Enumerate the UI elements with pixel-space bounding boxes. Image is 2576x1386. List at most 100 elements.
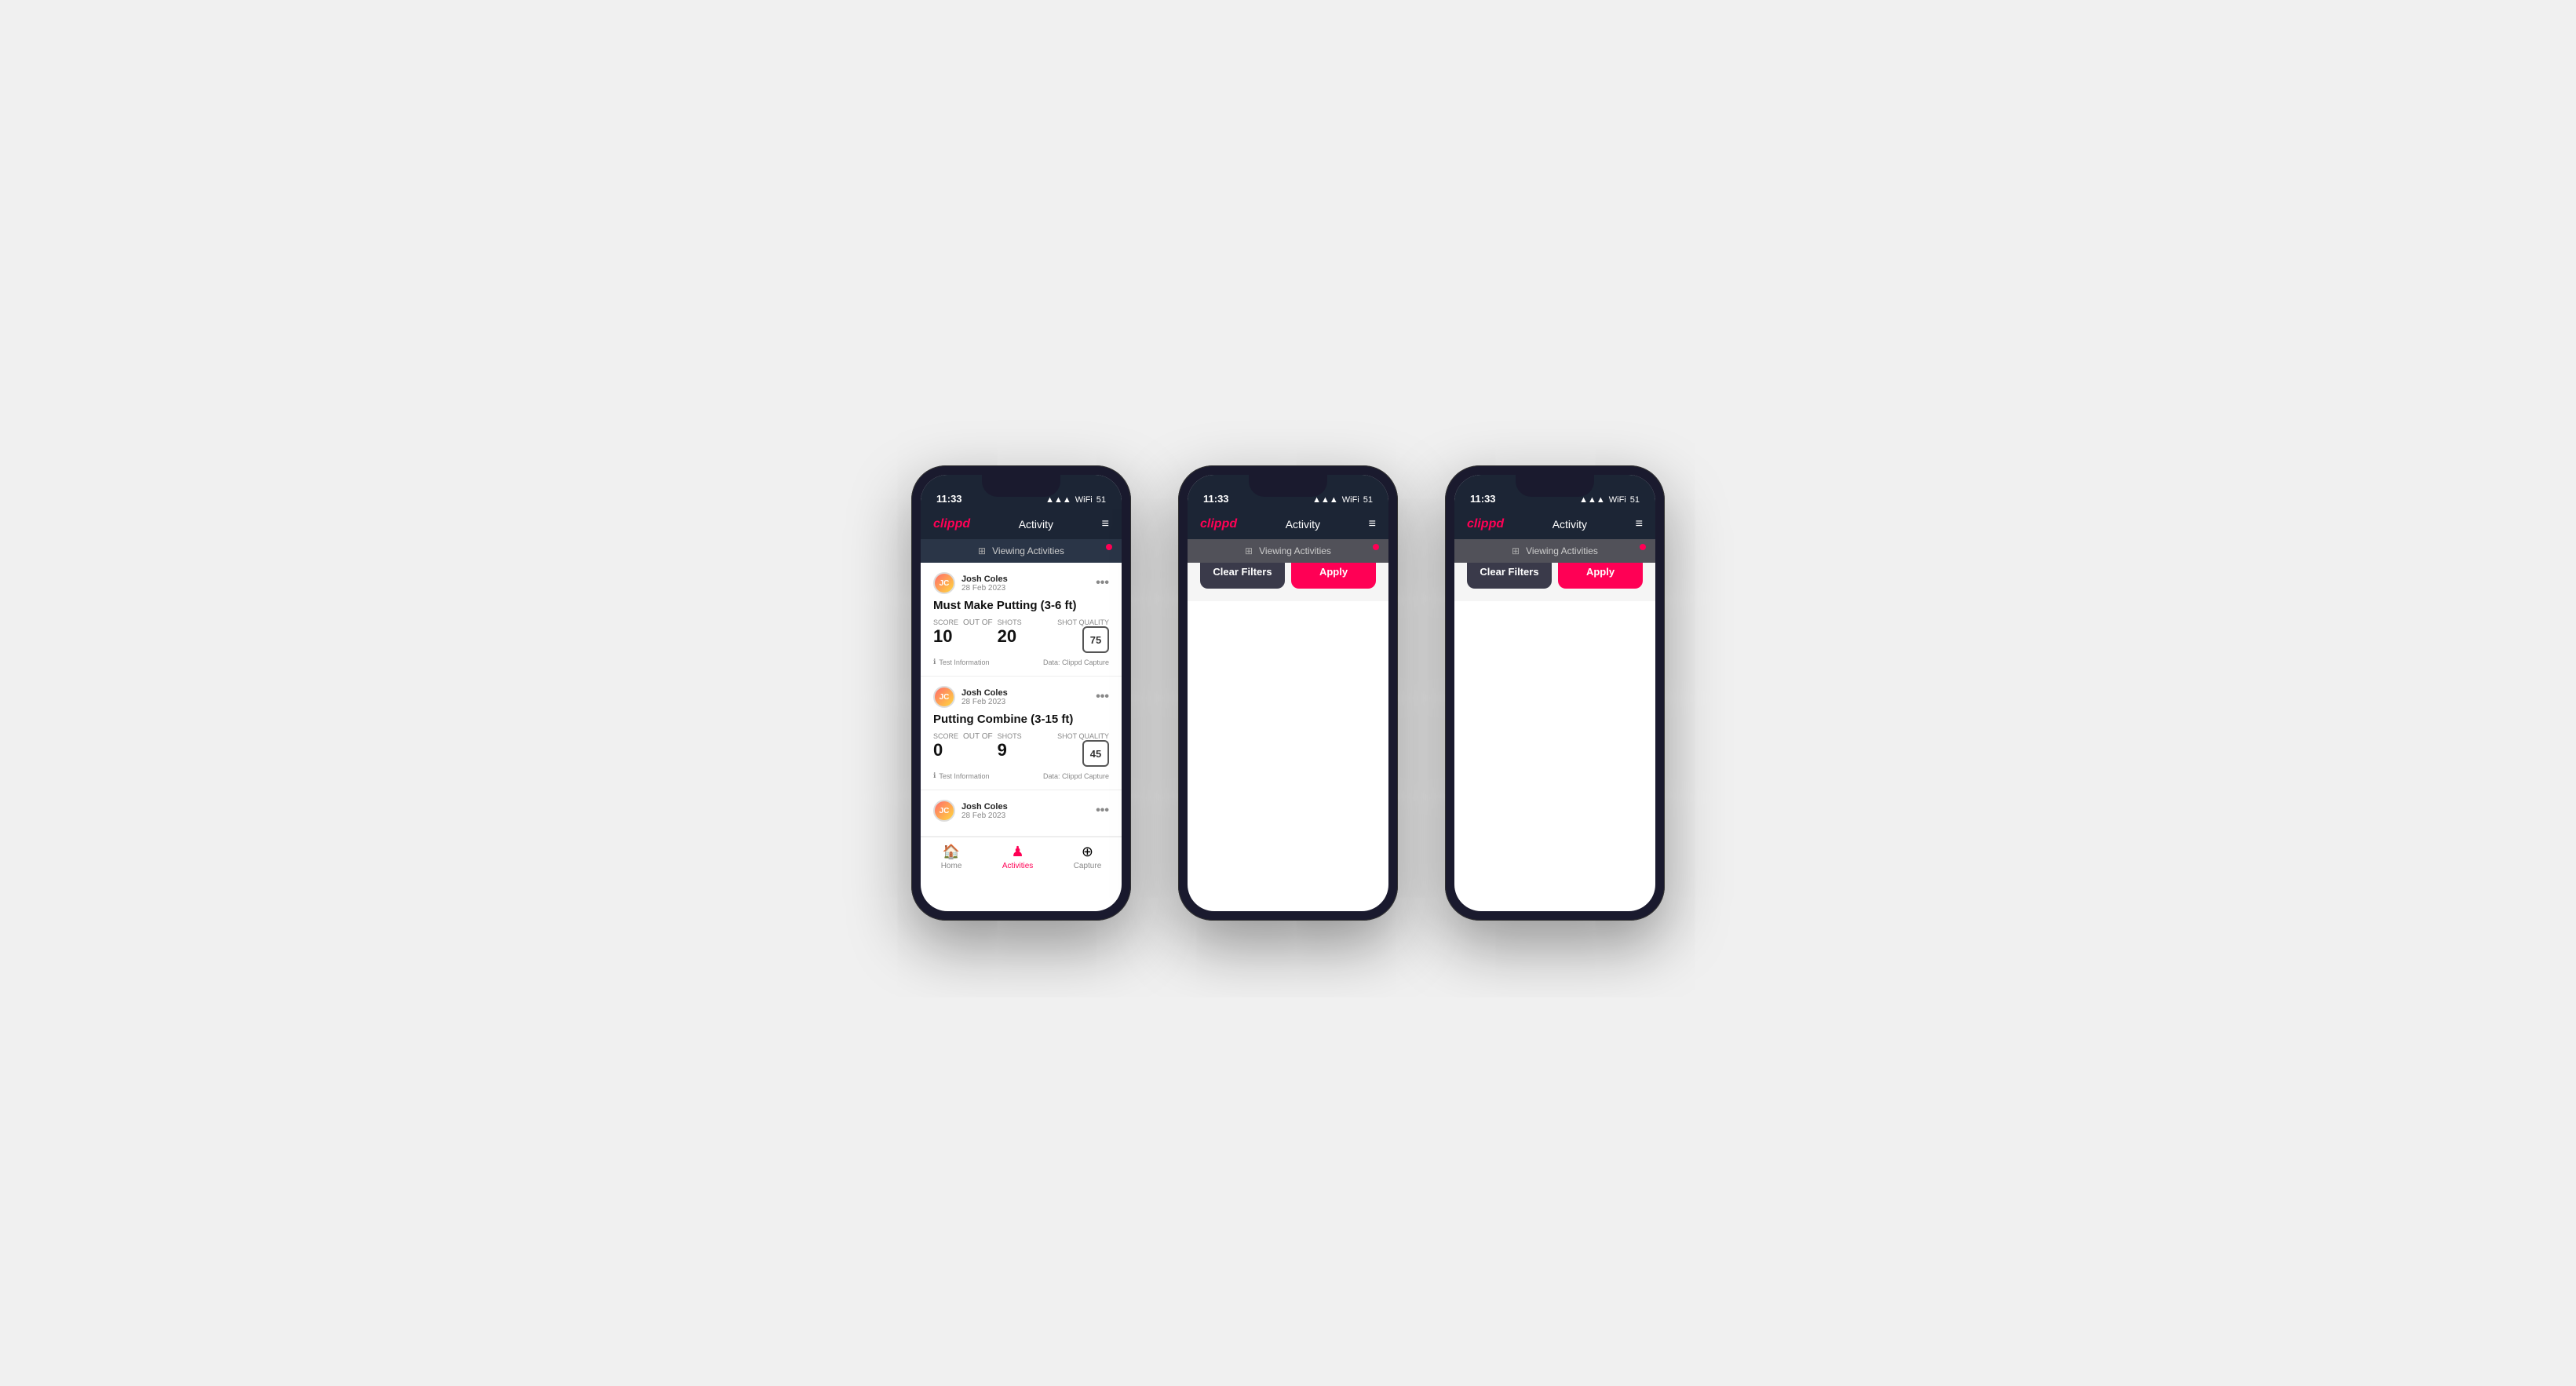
viewing-banner-2: ⊞ Viewing Activities (1454, 539, 1655, 563)
user-name-1: Josh Coles (961, 688, 1008, 698)
nav-label-capture: Capture (1074, 862, 1102, 870)
viewing-banner-1: ⊞ Viewing Activities (1188, 539, 1388, 563)
notification-dot-2 (1640, 544, 1646, 550)
shot-quality-label-0: Shot Quality (1057, 618, 1109, 626)
bottom-nav: 🏠 Home ♟ Activities ⊕ Capture (921, 837, 1122, 880)
clear-filters-button[interactable]: Clear Filters (1467, 563, 1552, 589)
signal-icon-1: ▲▲▲ (1312, 495, 1338, 505)
test-info-0: ℹ Test Information (933, 658, 989, 666)
activity-name-0: Must Make Putting (3-6 ft) (933, 599, 1109, 612)
activity-name-1: Putting Combine (3-15 ft) (933, 713, 1109, 726)
nav-icon-capture: ⊕ (1082, 844, 1093, 860)
user-info-2: JC Josh Coles 28 Feb 2023 (933, 800, 1008, 822)
app-title-2: Activity (1553, 518, 1587, 531)
viewing-banner-0: ⊞ Viewing Activities (921, 539, 1122, 563)
viewing-banner-text-0: Viewing Activities (992, 545, 1064, 556)
user-info-1: JC Josh Coles 28 Feb 2023 (933, 686, 1008, 708)
app-header-1: clippd Activity ≡ (1188, 509, 1388, 539)
activity-header-1: JC Josh Coles 28 Feb 2023 ••• (933, 686, 1109, 708)
user-name-2: Josh Coles (961, 802, 1008, 812)
notch-0 (982, 475, 1060, 497)
notification-dot-0 (1106, 544, 1112, 550)
phones-container: 11:33 ▲▲▲ WiFi 51 clippd Activity ≡ ⊞ Vi… (911, 465, 1665, 921)
user-date-0: 28 Feb 2023 (961, 584, 1008, 593)
status-icons-1: ▲▲▲ WiFi 51 (1312, 495, 1373, 505)
notch-1 (1249, 475, 1327, 497)
avatar-1: JC (933, 686, 955, 708)
wifi-icon-2: WiFi (1609, 495, 1626, 505)
user-details-2: Josh Coles 28 Feb 2023 (961, 802, 1008, 820)
nav-icon-home: 🏠 (943, 844, 960, 860)
phone-1: 11:33 ▲▲▲ WiFi 51 clippd Activity ≡ ⊞ Vi… (911, 465, 1131, 921)
filter-icon-1: ⊞ (1245, 545, 1253, 556)
menu-icon-1[interactable]: ≡ (1369, 517, 1376, 531)
apply-button[interactable]: Apply (1558, 563, 1643, 589)
viewing-banner-text-1: Viewing Activities (1259, 545, 1331, 556)
test-info-1: ℹ Test Information (933, 771, 989, 780)
more-options-1[interactable]: ••• (1096, 690, 1109, 704)
user-name-0: Josh Coles (961, 574, 1008, 584)
user-date-1: 28 Feb 2023 (961, 698, 1008, 706)
more-options-2[interactable]: ••• (1096, 804, 1109, 818)
viewing-banner-text-2: Viewing Activities (1526, 545, 1598, 556)
logo-0: clippd (933, 517, 970, 531)
shots-value-0: 20 (998, 626, 1022, 647)
activity-footer-1: ℹ Test Information Data: Clippd Capture (933, 771, 1109, 780)
avatar-2: JC (933, 800, 955, 822)
filter-icon-0: ⊞ (978, 545, 986, 556)
notification-dot-1 (1373, 544, 1379, 550)
app-header-2: clippd Activity ≡ (1454, 509, 1655, 539)
status-time-1: 11:33 (1203, 493, 1229, 505)
activity-header-2: JC Josh Coles 28 Feb 2023 ••• (933, 800, 1109, 822)
user-details-1: Josh Coles 28 Feb 2023 (961, 688, 1008, 706)
logo-2: clippd (1467, 517, 1504, 531)
shots-value-1: 9 (998, 740, 1022, 760)
out-of-1: OUT OF (963, 732, 993, 741)
score-label-0: Score (933, 618, 958, 626)
activity-item-0: JC Josh Coles 28 Feb 2023 ••• Must Make … (921, 563, 1122, 677)
shot-quality-label-1: Shot Quality (1057, 732, 1109, 740)
data-source-0: Data: Clippd Capture (1043, 658, 1109, 666)
logo-1: clippd (1200, 517, 1237, 531)
data-source-1: Data: Clippd Capture (1043, 772, 1109, 780)
phone-2: 11:33 ▲▲▲ WiFi 51 clippd Activity ≡ ⊞ Vi… (1178, 465, 1398, 921)
wifi-icon-0: WiFi (1075, 495, 1093, 505)
notch-2 (1516, 475, 1594, 497)
score-label-1: Score (933, 732, 958, 740)
filter-icon-2: ⊞ (1512, 545, 1520, 556)
nav-item-activities[interactable]: ♟ Activities (1002, 844, 1033, 870)
activity-item-1: JC Josh Coles 28 Feb 2023 ••• Putting Co… (921, 677, 1122, 790)
status-icons-2: ▲▲▲ WiFi 51 (1579, 495, 1640, 505)
status-time-2: 11:33 (1470, 493, 1496, 505)
status-time-0: 11:33 (936, 493, 962, 505)
apply-button[interactable]: Apply (1291, 563, 1376, 589)
nav-item-capture[interactable]: ⊕ Capture (1074, 844, 1102, 870)
filter-modal: Filter ✕ Show RoundsPractice Drills Prac… (1454, 563, 1655, 601)
avatar-0: JC (933, 572, 955, 594)
user-details-0: Josh Coles 28 Feb 2023 (961, 574, 1008, 593)
shots-label-1: Shots (998, 732, 1022, 740)
shots-label-0: Shots (998, 618, 1022, 626)
user-date-2: 28 Feb 2023 (961, 812, 1008, 820)
more-options-0[interactable]: ••• (1096, 576, 1109, 590)
filter-modal: Filter ✕ Show RoundsPractice Drills Roun… (1188, 563, 1388, 601)
battery-icon-1: 51 (1363, 495, 1373, 505)
nav-label-home: Home (941, 862, 962, 870)
app-title-1: Activity (1286, 518, 1320, 531)
phone-3: 11:33 ▲▲▲ WiFi 51 clippd Activity ≡ ⊞ Vi… (1445, 465, 1665, 921)
clear-filters-button[interactable]: Clear Filters (1200, 563, 1285, 589)
signal-icon-0: ▲▲▲ (1045, 495, 1071, 505)
nav-icon-activities: ♟ (1011, 844, 1023, 860)
activity-item-2: JC Josh Coles 28 Feb 2023 ••• (921, 790, 1122, 837)
menu-icon-2[interactable]: ≡ (1636, 517, 1643, 531)
activity-footer-0: ℹ Test Information Data: Clippd Capture (933, 658, 1109, 666)
battery-icon-2: 51 (1630, 495, 1640, 505)
filter-actions: Clear Filters Apply (1467, 563, 1643, 589)
score-value-1: 0 (933, 740, 958, 760)
menu-icon-0[interactable]: ≡ (1102, 517, 1109, 531)
activity-header-0: JC Josh Coles 28 Feb 2023 ••• (933, 572, 1109, 594)
nav-item-home[interactable]: 🏠 Home (941, 844, 962, 870)
signal-icon-2: ▲▲▲ (1579, 495, 1605, 505)
phone-inner-2: 11:33 ▲▲▲ WiFi 51 clippd Activity ≡ ⊞ Vi… (1454, 475, 1655, 911)
wifi-icon-1: WiFi (1342, 495, 1359, 505)
